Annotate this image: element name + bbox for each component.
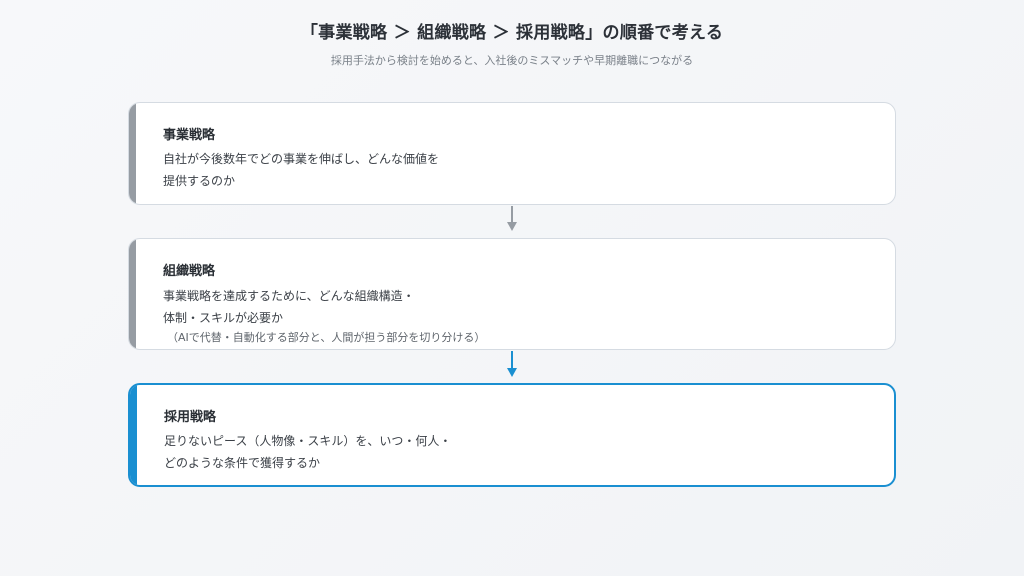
step-title: 採用戦略 xyxy=(164,410,217,425)
step-card-business-strategy: 事業戦略 自社が今後数年でどの事業を伸ばし、どんな価値を 提供するのか xyxy=(128,102,896,205)
step-title: 組織戦略 xyxy=(163,264,216,279)
step-description-line: 体制・スキルが必要か xyxy=(163,311,284,325)
step-note: （AIで代替・自動化する部分と、人間が担う部分を切り分ける） xyxy=(167,331,486,344)
step-description-line: 事業戦略を達成するために、どんな組織構造・ xyxy=(163,289,415,303)
step-card-organization-strategy: 組織戦略 事業戦略を達成するために、どんな組織構造・ 体制・スキルが必要か （A… xyxy=(128,238,896,350)
step-description-line: 足りないピース（人物像・スキル）を、いつ・何人・ xyxy=(164,434,452,448)
step-description-line: 自社が今後数年でどの事業を伸ばし、どんな価値を xyxy=(163,152,440,166)
step-description-line: どのような条件で獲得するか xyxy=(164,456,321,470)
page-title: 「事業戦略 ＞ 組織戦略 ＞ 採用戦略」の順番で考える xyxy=(300,23,724,43)
arrow-down-icon xyxy=(507,351,517,377)
arrow-down-icon xyxy=(507,206,517,231)
card-accent-bar xyxy=(129,239,136,349)
step-card-recruitment-strategy: 採用戦略 足りないピース（人物像・スキル）を、いつ・何人・ どのような条件で獲得… xyxy=(128,383,896,487)
step-description-line: 提供するのか xyxy=(163,174,236,188)
card-accent-bar xyxy=(129,103,136,204)
page-subtitle: 採用手法から検討を始めると、入社後のミスマッチや早期離職につながる xyxy=(330,54,694,67)
step-title: 事業戦略 xyxy=(163,128,216,143)
card-accent-bar xyxy=(130,385,137,485)
